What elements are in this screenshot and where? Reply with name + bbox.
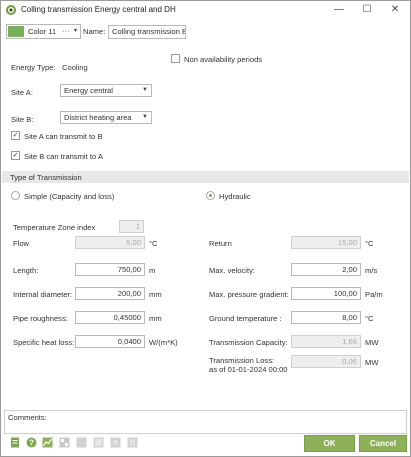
ground-temp-unit: °C [365,314,374,323]
chevron-down-icon: ▼ [142,87,148,93]
color-picker[interactable]: Color 11 ··· ▾ [6,24,81,39]
max-pressure-unit: Pa/m [365,290,383,299]
color-dropdown-arrow-icon[interactable]: ▾ [74,27,77,34]
color-more-dots[interactable]: ··· [62,26,70,35]
help-icon[interactable]: ? [26,437,37,448]
copy-icon[interactable] [76,437,87,448]
return-unit: °C [365,239,374,248]
temp-zone-label: Temperature Zone index [13,223,96,232]
color-swatch [8,26,24,37]
max-velocity-input[interactable]: 2,00 [291,263,361,276]
transmission-loss-date-label: as of 01-01-2024 00:00 [209,365,288,374]
site-a-transmit-checkbox[interactable]: ✓ [11,131,20,140]
pipe-roughness-label: Pipe roughness: [13,314,68,323]
hydraulic-radio[interactable] [206,191,215,200]
color-label: Color 11 [28,27,57,36]
specific-heat-loss-input[interactable]: 0,0400 [75,335,145,348]
transmission-loss-input[interactable]: 0,06 [291,355,361,368]
transmission-type-section: Type of Transmission [2,171,409,183]
hydraulic-radio-label: Hydraulic [219,192,251,201]
grid-icon[interactable] [59,437,70,448]
specific-heat-loss-label: Specific heat loss: [13,338,75,347]
section-title: Type of Transmission [10,173,82,182]
maximize-button[interactable]: ☐ [354,2,380,18]
length-unit: m [149,266,156,275]
close-button[interactable]: ✕ [382,2,408,18]
energy-type-label: Energy Type: [11,63,56,72]
non-availability-checkbox[interactable] [171,54,180,63]
non-availability-label: Non availability periods [184,55,263,64]
pipe-roughness-input[interactable]: 0,45000 [75,311,145,324]
transmission-capacity-unit: MW [365,338,379,347]
document-icon[interactable] [10,437,21,448]
ground-temp-input[interactable]: 8,00 [291,311,361,324]
dialog-window: Colling transmission Energy central and … [0,0,411,457]
max-velocity-unit: m/s [365,266,378,275]
transmission-capacity-input[interactable]: 1,66 [291,335,361,348]
simple-radio-label: Simple (Capacity and loss) [24,192,115,201]
chart-icon[interactable] [42,437,53,448]
transmission-capacity-label: Transmission Capacity: [209,338,288,347]
max-pressure-label: Max. pressure gradient: [209,290,289,299]
site-a-select[interactable]: Energy central ▼ [60,84,152,97]
length-input[interactable]: 750,00 [75,263,145,276]
paste-icon[interactable] [93,437,104,448]
pipe-roughness-unit: mm [149,314,162,323]
site-b-select[interactable]: District heating area ▼ [60,111,152,124]
return-label: Return [209,239,232,248]
name-label: Name: [83,27,106,36]
minimize-button[interactable]: — [326,2,352,18]
cancel-button[interactable]: Cancel [359,435,407,452]
internal-diameter-unit: mm [149,290,162,299]
site-a-transmit-label: Site A can transmit to B [24,132,103,141]
temp-zone-input[interactable]: 1 [119,220,144,233]
transmission-loss-unit: MW [365,358,379,367]
energy-type-value: Cooling [62,63,88,72]
flow-label: Flow [13,239,30,248]
site-b-label: Site B: [11,115,34,124]
comments-label: Comments: [8,413,47,422]
internal-diameter-input[interactable]: 200,00 [75,287,145,300]
app-logo-icon [6,5,16,15]
flow-unit: °C [149,239,158,248]
ok-button[interactable]: OK [304,435,355,452]
specific-heat-loss-unit: W/(m*K) [149,338,178,347]
internal-diameter-label: Internal diameter: [13,290,73,299]
max-velocity-label: Max. velocity: [209,266,255,275]
export-icon[interactable] [127,437,138,448]
site-b-transmit-label: Site B can transmit to A [24,152,103,161]
title-bar: Colling transmission Energy central and … [1,1,410,19]
name-input[interactable]: Colling transmission Er [108,25,186,39]
simple-radio[interactable] [11,191,20,200]
calculate-icon[interactable] [110,437,121,448]
site-a-value: Energy central [64,86,113,95]
return-input[interactable]: 15,00 [291,236,361,249]
length-label: Length: [13,266,39,275]
site-a-label: Site A: [11,88,33,97]
transmission-loss-label: Transmission Loss: [209,356,275,365]
flow-input[interactable]: 5,00 [75,236,145,249]
chevron-down-icon: ▼ [142,114,148,120]
ground-temp-label: Ground temperature : [209,314,282,323]
comments-field[interactable]: Comments: [4,410,407,434]
max-pressure-input[interactable]: 100,00 [291,287,361,300]
site-b-transmit-checkbox[interactable]: ✓ [11,151,20,160]
window-title: Colling transmission Energy central and … [21,5,176,14]
svg-text:?: ? [29,438,34,447]
site-b-value: District heating area [64,113,132,122]
